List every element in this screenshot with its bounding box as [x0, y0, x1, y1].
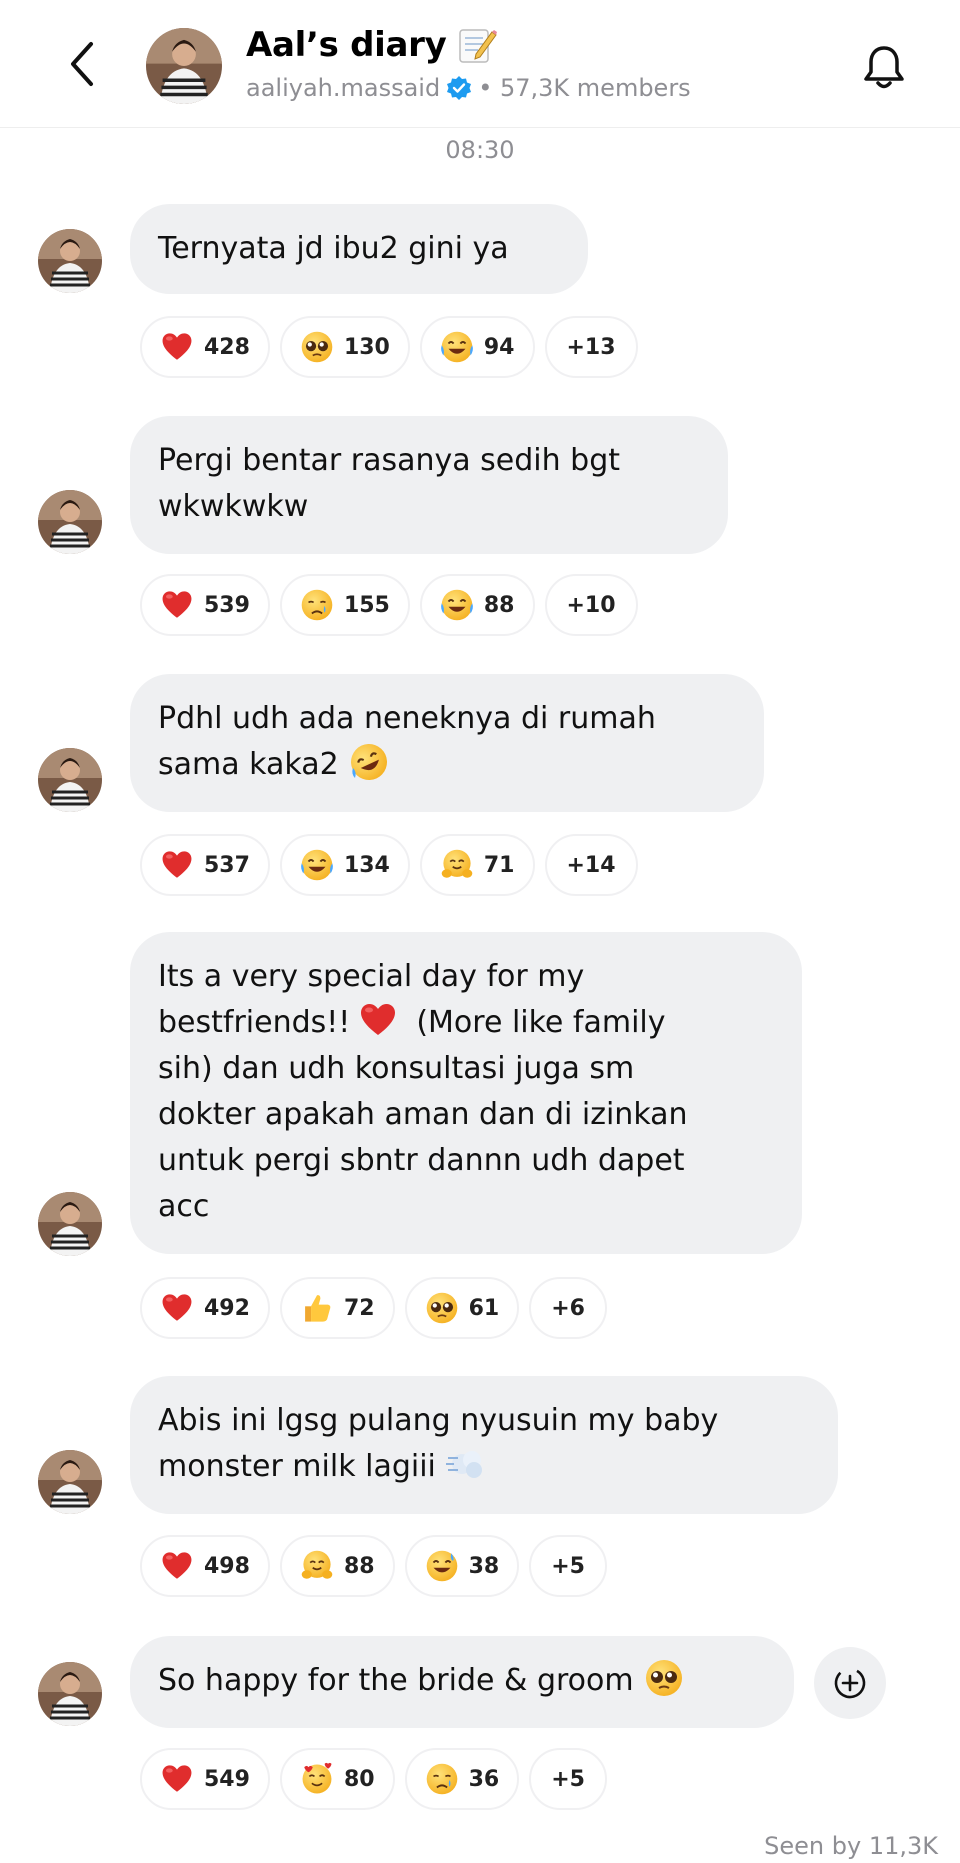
reaction-bar: 549 80 36 +5: [140, 1748, 607, 1810]
thumbs-up-icon: [300, 1291, 334, 1325]
reaction-bar: 428 130 94 +13: [140, 316, 638, 378]
reaction-heart[interactable]: 492: [140, 1277, 270, 1339]
reaction-more[interactable]: +10: [544, 574, 638, 636]
channel-username[interactable]: aaliyah.massaid: [246, 74, 440, 102]
smiling-face-with-hearts-icon: [300, 1762, 334, 1796]
tears-of-joy-icon: [440, 588, 474, 622]
message-bubble[interactable]: Pdhl udh ada neneknya di rumah sama kaka…: [130, 674, 764, 812]
reaction-joy[interactable]: 94: [419, 316, 535, 378]
sender-avatar[interactable]: [38, 229, 102, 293]
reaction-joy[interactable]: 134: [279, 834, 410, 896]
reaction-sweat-smile[interactable]: 38: [404, 1535, 520, 1597]
reaction-more[interactable]: +14: [544, 834, 638, 896]
reaction-more[interactable]: +6: [529, 1277, 607, 1339]
message-text-line: sih) dan udh konsultasi juga sm: [158, 1051, 635, 1086]
reaction-heart[interactable]: 539: [140, 574, 270, 636]
notifications-button[interactable]: [858, 42, 910, 94]
reaction-bar: 537 134 71 +14: [140, 834, 638, 896]
message-text-line: Pergi bentar rasanya sedih bgt: [158, 443, 621, 478]
message-text: So happy for the bride & groom: [158, 1663, 634, 1698]
reaction-heart[interactable]: 428: [140, 316, 270, 378]
reaction-heart[interactable]: 549: [140, 1748, 270, 1810]
message-text-line: Its a very special day for my: [158, 959, 585, 994]
pleading-face-icon: [644, 1658, 684, 1698]
memo-icon: [459, 29, 498, 63]
crying-face-icon: [425, 1762, 459, 1796]
reaction-heart[interactable]: 498: [140, 1535, 270, 1597]
channel-avatar[interactable]: [146, 28, 222, 104]
sender-avatar[interactable]: [38, 1192, 102, 1256]
message-text: Ternyata jd ibu2 gini ya: [158, 231, 509, 266]
sweat-smile-icon: [425, 1549, 459, 1583]
reaction-pleading[interactable]: 130: [279, 316, 410, 378]
sender-avatar[interactable]: [38, 490, 102, 554]
reaction-bar: 492 72 61 +6: [140, 1277, 607, 1339]
message-text-inline: (More like family: [416, 1005, 666, 1040]
pleading-face-icon: [425, 1291, 459, 1325]
dash-icon: [446, 1444, 486, 1484]
sender-avatar[interactable]: [38, 748, 102, 812]
channel-subtitle: aaliyah.massaid • 57,3K members: [246, 74, 691, 102]
pleading-face-icon: [300, 330, 334, 364]
message-text-line: monster milk lagiii: [158, 1449, 436, 1484]
reaction-crying[interactable]: 155: [279, 574, 410, 636]
reaction-smiling-hearts[interactable]: 80: [279, 1748, 395, 1810]
verified-badge-icon: [447, 76, 472, 100]
add-emoji-icon: [834, 1667, 866, 1699]
message-text-line: Abis ini lgsg pulang nyusuin my baby: [158, 1403, 719, 1438]
reaction-pleading[interactable]: 61: [404, 1277, 520, 1339]
message-bubble[interactable]: Ternyata jd ibu2 gini ya: [130, 204, 588, 294]
message-bubble[interactable]: Its a very special day for my bestfriend…: [130, 932, 802, 1254]
message-text-line: Pdhl udh ada neneknya di rumah: [158, 701, 656, 736]
reaction-hug[interactable]: 88: [279, 1535, 395, 1597]
reaction-bar: 498 88 38 +5: [140, 1535, 607, 1597]
reaction-more[interactable]: +13: [544, 316, 638, 378]
heart-icon: [160, 1549, 194, 1583]
message-text-line: sama kaka2: [158, 747, 339, 782]
heart-icon: [160, 588, 194, 622]
tears-of-joy-icon: [440, 330, 474, 364]
rofl-icon: [349, 742, 389, 782]
message-text-line: untuk pergi sbntr dannn udh dapet: [158, 1143, 685, 1178]
reaction-hug[interactable]: 71: [419, 834, 535, 896]
message-text-line: acc: [158, 1189, 210, 1224]
member-count: • 57,3K members: [478, 74, 691, 102]
reaction-more[interactable]: +5: [529, 1535, 607, 1597]
message-bubble[interactable]: Abis ini lgsg pulang nyusuin my baby mon…: [130, 1376, 838, 1514]
heart-icon: [358, 1000, 398, 1040]
message-bubble[interactable]: Pergi bentar rasanya sedih bgt wkwkwkw: [130, 416, 728, 554]
channel-title-row[interactable]: Aal’s diary: [246, 24, 498, 66]
heart-icon: [160, 1291, 194, 1325]
add-reaction-button[interactable]: [814, 1647, 886, 1719]
reaction-thumbs-up[interactable]: 72: [279, 1277, 395, 1339]
message-text-line: wkwkwkw: [158, 489, 309, 524]
bell-icon: [864, 46, 904, 89]
chevron-left-icon: [71, 42, 93, 86]
back-button[interactable]: [62, 36, 102, 92]
reaction-joy[interactable]: 88: [419, 574, 535, 636]
heart-icon: [160, 330, 194, 364]
message-timestamp: 08:30: [445, 136, 515, 164]
crying-face-icon: [300, 588, 334, 622]
reaction-more[interactable]: +5: [529, 1748, 607, 1810]
reaction-heart[interactable]: 537: [140, 834, 270, 896]
tears-of-joy-icon: [300, 848, 334, 882]
heart-icon: [160, 848, 194, 882]
seen-by-count[interactable]: Seen by 11,3K: [764, 1832, 938, 1860]
message-text-line: bestfriends!!: [158, 1005, 351, 1040]
hugging-face-icon: [440, 848, 474, 882]
channel-header: Aal’s diary aaliyah.massaid • 57,3K memb…: [0, 0, 960, 128]
hugging-face-icon: [300, 1549, 334, 1583]
reaction-bar: 539 155 88 +10: [140, 574, 638, 636]
heart-icon: [160, 1762, 194, 1796]
sender-avatar[interactable]: [38, 1662, 102, 1726]
sender-avatar[interactable]: [38, 1450, 102, 1514]
message-text-line: dokter apakah aman dan di izinkan: [158, 1097, 688, 1132]
reaction-crying[interactable]: 36: [404, 1748, 520, 1810]
channel-title: Aal’s diary: [246, 25, 447, 65]
message-bubble[interactable]: So happy for the bride & groom: [130, 1636, 794, 1728]
